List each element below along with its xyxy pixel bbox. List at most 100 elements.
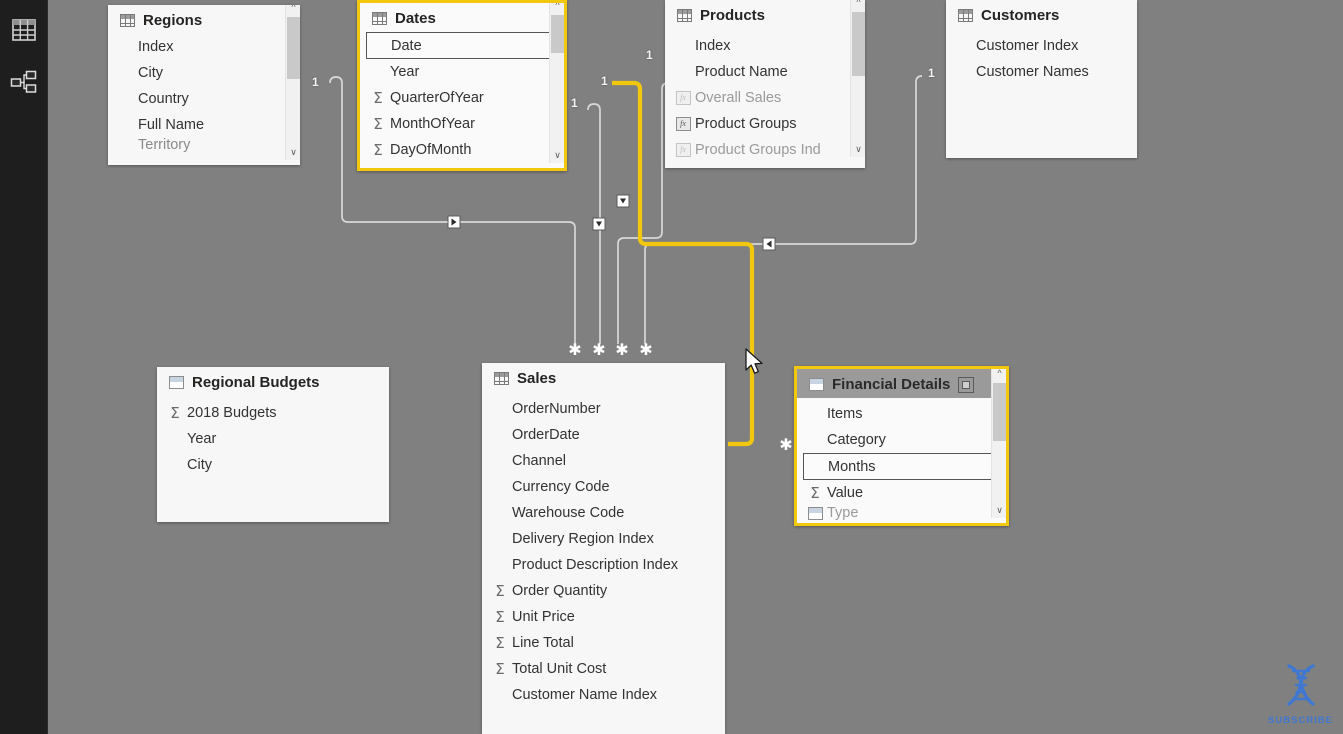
field-label: Year bbox=[187, 431, 217, 447]
field-row-selected[interactable]: Months bbox=[803, 453, 992, 480]
field-row[interactable]: fx Overall Sales bbox=[665, 85, 865, 111]
field-label: Channel bbox=[512, 453, 567, 469]
field-row[interactable]: Product Description Index bbox=[482, 552, 725, 578]
field-row[interactable]: Customer Index bbox=[946, 33, 1137, 59]
field-row[interactable]: Σ Line Total bbox=[482, 630, 725, 656]
table-title: Customers bbox=[981, 7, 1060, 24]
sidebar-item-data-view[interactable] bbox=[0, 8, 48, 56]
scrollbar-thumb[interactable] bbox=[551, 15, 564, 53]
model-view-canvas[interactable]: .wire { fill:none; stroke:#d8d8d8; strok… bbox=[0, 0, 1343, 734]
field-row[interactable]: Σ MonthOfYear bbox=[360, 111, 564, 137]
table-header-products[interactable]: Products bbox=[665, 0, 865, 29]
chevron-down-icon[interactable]: ∨ bbox=[851, 142, 865, 157]
scrollbar-regions[interactable]: ^ ∨ bbox=[285, 5, 300, 160]
field-row[interactable]: Σ Value bbox=[797, 480, 1006, 506]
table-title: Regional Budgets bbox=[192, 374, 320, 391]
field-row[interactable]: Σ QuarterOfYear bbox=[360, 85, 564, 111]
expand-icon[interactable] bbox=[958, 376, 975, 393]
field-label: Total Unit Cost bbox=[512, 661, 607, 677]
field-label: Category bbox=[827, 432, 886, 448]
sigma-icon: Σ bbox=[373, 115, 383, 133]
sigma-icon: Σ bbox=[495, 582, 505, 600]
field-row[interactable]: Σ DayOfMonth bbox=[360, 137, 564, 163]
field-row[interactable]: Index bbox=[108, 34, 300, 60]
field-row-selected[interactable]: Date bbox=[366, 32, 550, 59]
chevron-up-icon[interactable]: ^ bbox=[992, 369, 1006, 381]
field-row[interactable]: fx Product Groups Ind bbox=[665, 137, 865, 163]
table-card-dates[interactable]: Dates Date Year Σ QuarterOfYear Σ MonthOfY… bbox=[357, 0, 567, 171]
sidebar-item-model-view[interactable] bbox=[0, 60, 48, 108]
field-row[interactable]: Delivery Region Index bbox=[482, 526, 725, 552]
svg-text:✱: ✱ bbox=[779, 435, 792, 454]
field-row[interactable]: Customer Name Index bbox=[482, 682, 725, 708]
calculated-table-icon bbox=[169, 376, 184, 389]
table-card-regions[interactable]: Regions Index City Country Full Name Ter… bbox=[108, 5, 300, 165]
field-label: Months bbox=[828, 458, 876, 475]
scrollbar-dates[interactable]: ^ ∨ bbox=[549, 3, 564, 163]
field-row[interactable]: Warehouse Code bbox=[482, 500, 725, 526]
cardinality-label-dates-top: 1 bbox=[601, 74, 608, 88]
field-row[interactable]: Full Name bbox=[108, 112, 300, 138]
field-row[interactable]: Σ 2018 Budgets bbox=[157, 400, 389, 426]
field-row[interactable]: Territory bbox=[108, 138, 300, 152]
field-row[interactable]: Type bbox=[797, 506, 1006, 520]
table-field-list: Σ 2018 Budgets Year City bbox=[157, 396, 389, 486]
dna-helix-icon bbox=[1286, 664, 1315, 706]
field-row[interactable]: fx Product Groups bbox=[665, 111, 865, 137]
chevron-up-icon[interactable]: ^ bbox=[550, 3, 564, 13]
table-header-regions[interactable]: Regions bbox=[108, 5, 300, 34]
scrollbar-financial-details[interactable]: ^ ∨ bbox=[991, 369, 1006, 518]
field-row[interactable]: Country bbox=[108, 86, 300, 112]
field-row[interactable]: Year bbox=[360, 59, 564, 85]
svg-text:✱: ✱ bbox=[639, 340, 652, 359]
chevron-down-icon[interactable]: ∨ bbox=[992, 503, 1006, 518]
table-card-customers[interactable]: Customers Customer Index Customer Names bbox=[946, 0, 1137, 158]
svg-text:✱: ✱ bbox=[568, 340, 581, 359]
field-row[interactable]: Σ Total Unit Cost bbox=[482, 656, 725, 682]
field-row[interactable]: Σ Order Quantity bbox=[482, 578, 725, 604]
field-row[interactable]: City bbox=[108, 60, 300, 86]
table-header-dates[interactable]: Dates bbox=[360, 3, 564, 32]
chevron-up-icon[interactable]: ^ bbox=[286, 5, 300, 15]
field-label: Overall Sales bbox=[695, 90, 782, 106]
relationship-products-sales[interactable] bbox=[616, 82, 669, 344]
chevron-up-icon[interactable]: ^ bbox=[851, 0, 865, 10]
table-header-sales[interactable]: Sales bbox=[482, 363, 725, 392]
field-label: Full Name bbox=[138, 117, 205, 133]
field-row[interactable]: OrderDate bbox=[482, 422, 725, 448]
table-field-list: OrderNumber OrderDate Channel Currency C… bbox=[482, 392, 725, 716]
field-row[interactable]: Category bbox=[797, 427, 1006, 453]
field-label: Date bbox=[391, 37, 422, 54]
table-card-sales[interactable]: Sales OrderNumber OrderDate Channel Curr… bbox=[482, 363, 725, 734]
scrollbar-products[interactable]: ^ ∨ bbox=[850, 0, 865, 157]
field-row[interactable]: Index bbox=[665, 33, 865, 59]
model-relationship-icon bbox=[10, 69, 38, 100]
field-label: Customer Index bbox=[976, 38, 1079, 54]
scrollbar-thumb[interactable] bbox=[287, 17, 300, 79]
field-label: Product Groups Ind bbox=[695, 142, 821, 158]
field-label: 2018 Budgets bbox=[187, 405, 277, 421]
table-card-regional-budgets[interactable]: Regional Budgets Σ 2018 Budgets Year City bbox=[157, 367, 389, 522]
chevron-down-icon[interactable]: ∨ bbox=[550, 148, 564, 163]
table-header-regional-budgets[interactable]: Regional Budgets bbox=[157, 367, 389, 396]
field-row[interactable]: Channel bbox=[482, 448, 725, 474]
table-header-financial-details[interactable]: Financial Details bbox=[797, 369, 1006, 398]
table-card-products[interactable]: Products Index Product Name fx Overall Sa… bbox=[665, 0, 865, 168]
field-row[interactable]: Σ Unit Price bbox=[482, 604, 725, 630]
field-row[interactable]: Currency Code bbox=[482, 474, 725, 500]
field-label: Value bbox=[827, 485, 864, 501]
field-row[interactable]: Items bbox=[797, 401, 1006, 427]
scrollbar-thumb[interactable] bbox=[852, 12, 865, 76]
field-row[interactable]: City bbox=[157, 452, 389, 478]
field-row[interactable]: Customer Names bbox=[946, 59, 1137, 85]
table-card-financial-details[interactable]: Financial Details Items Category Months … bbox=[794, 366, 1009, 526]
chevron-down-icon[interactable]: ∨ bbox=[286, 145, 300, 160]
field-row[interactable]: Product Name bbox=[665, 59, 865, 85]
relationship-dates-sales[interactable] bbox=[587, 103, 606, 344]
field-row[interactable]: Year bbox=[157, 426, 389, 452]
sigma-icon: Σ bbox=[373, 89, 383, 107]
field-label: Product Name bbox=[695, 64, 788, 80]
field-row[interactable]: OrderNumber bbox=[482, 396, 725, 422]
table-header-customers[interactable]: Customers bbox=[946, 0, 1137, 29]
scrollbar-thumb[interactable] bbox=[993, 383, 1006, 441]
